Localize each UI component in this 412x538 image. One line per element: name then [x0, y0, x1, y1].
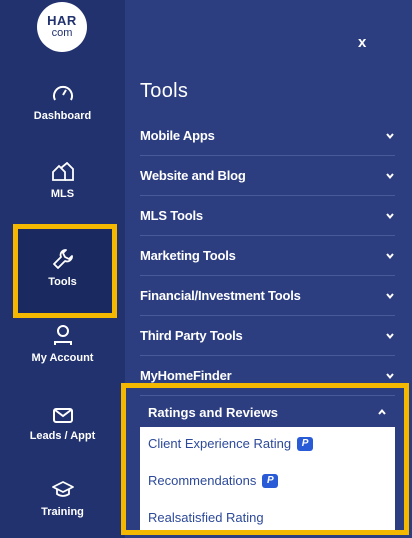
menu-item-third-party-tools[interactable]: Third Party Tools: [140, 316, 395, 356]
menu-item-label: Marketing Tools: [140, 248, 236, 263]
sidebar-item-dashboard[interactable]: Dashboard: [0, 84, 125, 122]
user-icon: [53, 325, 72, 345]
chevron-down-icon: [386, 252, 394, 259]
logo-text-top: HAR: [47, 13, 77, 28]
sidebar-item-label: Leads / Appt: [29, 430, 96, 442]
sidebar-item-training[interactable]: Training: [0, 480, 125, 518]
callout-highlight-box: [121, 383, 409, 535]
sidebar-item-my-account[interactable]: My Account: [0, 324, 125, 364]
menu-item-marketing-tools[interactable]: Marketing Tools: [140, 236, 395, 276]
sidebar: HAR com Dashboard MLS Tools My Account L…: [0, 0, 125, 538]
envelope-icon: [52, 408, 73, 423]
sidebar-item-label: Dashboard: [33, 110, 92, 122]
sidebar-item-tools[interactable]: Tools: [0, 248, 125, 288]
menu-item-label: Financial/Investment Tools: [140, 288, 301, 303]
chevron-down-icon: [386, 132, 394, 139]
close-button[interactable]: x: [358, 34, 366, 51]
har-logo[interactable]: HAR com: [37, 2, 87, 52]
chevron-down-icon: [386, 332, 394, 339]
sidebar-item-label: Tools: [48, 276, 77, 288]
sidebar-item-leads-appt[interactable]: Leads / Appt: [0, 406, 125, 442]
chevron-down-icon: [386, 172, 394, 179]
speedometer-icon: [52, 85, 73, 101]
sidebar-item-label: MLS: [50, 188, 75, 200]
wrench-icon: [52, 249, 73, 269]
menu-item-label: Third Party Tools: [140, 328, 243, 343]
graduation-cap-icon: [51, 481, 74, 497]
logo-text-bottom: com: [51, 27, 73, 39]
chevron-down-icon: [386, 372, 394, 379]
sidebar-item-label: Training: [41, 506, 84, 518]
page-title: Tools: [140, 80, 189, 102]
menu-item-label: Website and Blog: [140, 168, 246, 183]
houses-icon: [51, 162, 74, 181]
chevron-down-icon: [386, 212, 394, 219]
menu-item-mls-tools[interactable]: MLS Tools: [140, 196, 395, 236]
menu-item-mobile-apps[interactable]: Mobile Apps: [140, 116, 395, 156]
menu-item-label: MyHomeFinder: [140, 368, 232, 383]
sidebar-item-mls[interactable]: MLS: [0, 162, 125, 200]
menu-item-website-and-blog[interactable]: Website and Blog: [140, 156, 395, 196]
chevron-down-icon: [386, 292, 394, 299]
sidebar-item-label: My Account: [31, 352, 94, 364]
menu-item-financial-investment-tools[interactable]: Financial/Investment Tools: [140, 276, 395, 316]
menu-item-label: Mobile Apps: [140, 128, 215, 143]
menu-item-label: MLS Tools: [140, 208, 203, 223]
